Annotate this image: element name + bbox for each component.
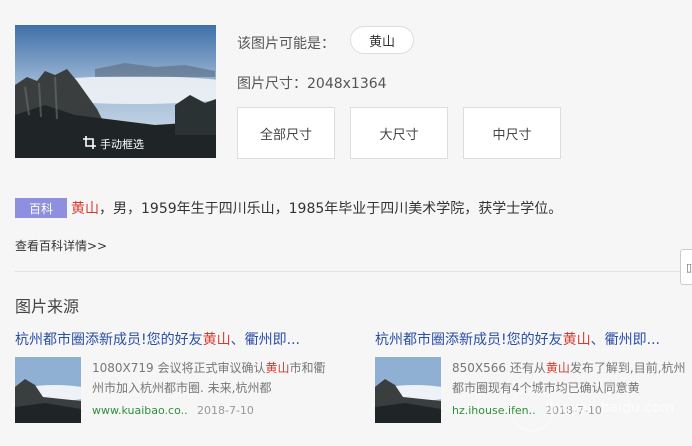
source-desc-text: 1080X719 会议将正式审议确认 xyxy=(92,361,266,375)
source-description: 1080X719 会议将正式审议确认黄山市和衢州市加入杭州都市圈. 未来,杭州都 xyxy=(92,358,332,398)
source-title-text: 、衢州即... xyxy=(230,332,300,348)
manual-crop-button[interactable]: 手动框选 xyxy=(83,136,144,152)
sources-title: 图片来源 xyxy=(15,297,80,316)
possible-label: 该图片可能是： xyxy=(237,36,335,52)
large-size-button[interactable]: 大尺寸 xyxy=(350,107,448,159)
source-thumbnail[interactable] xyxy=(375,357,441,423)
source-desc-text: 850X566 还有从 xyxy=(452,361,546,375)
source-desc-keyword: 黄山 xyxy=(265,361,290,375)
source-card-title[interactable]: 杭州都市圈添新成员!您的好友黄山、衢州即... xyxy=(15,329,335,349)
recognition-tag[interactable]: 黄山 xyxy=(350,26,414,54)
baike-keyword[interactable]: 黄山 xyxy=(71,198,99,218)
source-domain[interactable]: www.kuaibao.co.. xyxy=(92,404,188,417)
manual-crop-label: 手动框选 xyxy=(100,138,144,151)
image-size-label: 图片尺寸：2048x1364 xyxy=(237,76,387,92)
baike-text: ，男，1959年生于四川乐山，1985年毕业于四川美术学院，获学士学位。 xyxy=(99,201,563,217)
baike-summary: 百科 黄山 ，男，1959年生于四川乐山，1985年毕业于四川美术学院，获学士学… xyxy=(15,198,562,218)
source-title-text: 杭州都市圈添新成员!您的好友 xyxy=(15,332,203,348)
source-card-title[interactable]: 杭州都市圈添新成员!您的好友黄山、衢州即... xyxy=(375,329,685,349)
source-title-keyword: 黄山 xyxy=(562,332,591,348)
source-title-text: 、衢州即... xyxy=(590,332,660,348)
source-thumbnail[interactable] xyxy=(15,357,81,423)
crop-icon xyxy=(83,136,96,152)
source-title-text: 杭州都市圈添新成员!您的好友 xyxy=(375,332,563,348)
side-feedback-tab[interactable]: ▯ xyxy=(680,249,692,285)
source-description: 850X566 还有从黄山发布了解到,目前,杭州都市圈现有4个城市均已确认同意黄 xyxy=(452,358,692,398)
source-date: 2018-7-10 xyxy=(197,404,254,417)
baike-more-link[interactable]: 查看百科详情>> xyxy=(15,237,107,254)
feedback-icon: ▯ xyxy=(685,260,692,274)
main-image[interactable]: 手动框选 xyxy=(15,25,216,158)
divider xyxy=(15,271,692,272)
all-sizes-button[interactable]: 全部尺寸 xyxy=(237,107,335,159)
source-desc-keyword: 黄山 xyxy=(545,361,570,375)
medium-size-button[interactable]: 中尺寸 xyxy=(463,107,561,159)
source-title-keyword: 黄山 xyxy=(202,332,231,348)
watermark-text: jingyan.baidu.com xyxy=(545,400,675,416)
baike-badge: 百科 xyxy=(15,198,67,218)
